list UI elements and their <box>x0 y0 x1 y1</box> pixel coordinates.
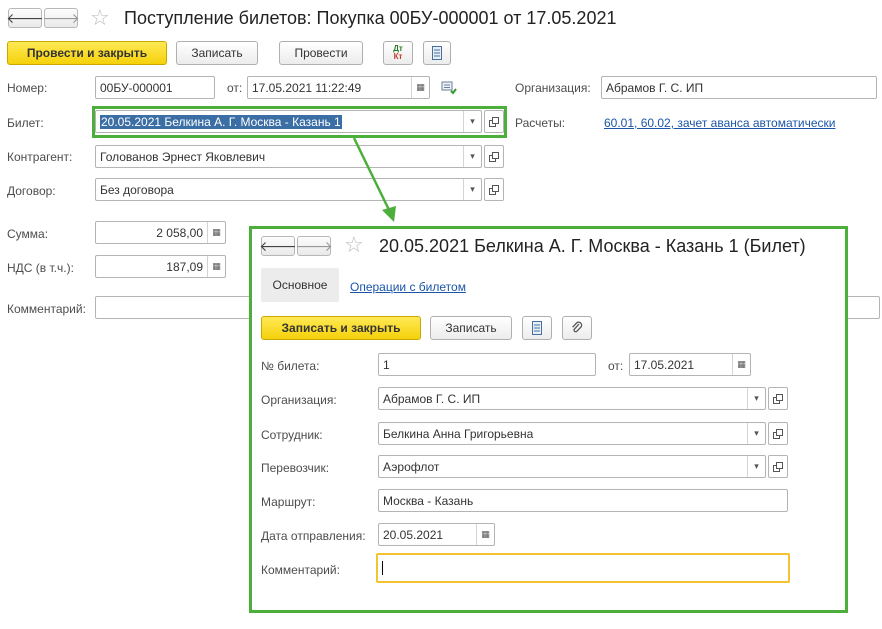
employee-open-button[interactable] <box>768 422 788 445</box>
arrow-left-icon: 🡐 <box>259 238 297 254</box>
page-title: Поступление билетов: Покупка 00БУ-000001… <box>124 8 617 28</box>
arrow-right-icon: 🡒 <box>42 10 80 26</box>
ticket-date-value: 17.05.2021 <box>634 357 695 372</box>
post-and-close-button[interactable]: Провести и закрыть <box>7 41 167 65</box>
comment-label: Комментарий: <box>7 302 86 316</box>
save-button[interactable]: Записать <box>176 41 258 65</box>
organization-field[interactable]: Абрамов Г. С. ИП <box>601 76 877 99</box>
dt-kt-button[interactable]: Дт Кт <box>383 41 413 65</box>
posting-status-icon <box>441 81 457 95</box>
calculator-icon[interactable]: ▦ <box>207 256 225 277</box>
sum-field[interactable]: 2 058,00 ▦ <box>95 221 226 244</box>
ticket-number-field[interactable]: 1 <box>378 353 596 376</box>
kt-icon: Кт <box>393 52 403 61</box>
departure-date-value: 20.05.2021 <box>383 527 444 542</box>
ticket-window: 🡐 🡒 ☆ 20.05.2021 Белкина А. Г. Москва - … <box>249 226 848 613</box>
arrow-right-icon: 🡒 <box>295 238 333 254</box>
date-value: 17.05.2021 11:22:49 <box>252 80 362 95</box>
save-and-close-button[interactable]: Записать и закрыть <box>261 316 421 340</box>
back-button[interactable]: 🡐 <box>259 236 297 256</box>
report-button[interactable] <box>522 316 552 340</box>
tab-ticket-operations[interactable]: Операции с билетом <box>350 280 466 294</box>
settlements-link[interactable]: 60.01, 60.02, зачет аванса автоматически <box>604 116 835 130</box>
dropdown-icon[interactable]: ▾ <box>463 179 481 200</box>
tab-main[interactable]: Основное <box>261 268 339 302</box>
departure-date-field[interactable]: 20.05.2021 ▦ <box>378 523 495 546</box>
ticket-title: 20.05.2021 Белкина А. Г. Москва - Казань… <box>379 236 806 256</box>
back-button[interactable]: 🡐 <box>6 8 44 28</box>
ticket-comment-field[interactable] <box>376 553 790 583</box>
arrow-left-icon: 🡐 <box>6 10 44 26</box>
calculator-icon[interactable]: ▦ <box>207 222 225 243</box>
forward-button[interactable]: 🡒 <box>42 8 80 28</box>
route-label: Маршрут: <box>261 495 316 509</box>
employee-label: Сотрудник: <box>261 428 323 442</box>
document-list-icon <box>532 321 542 335</box>
settlements-label: Расчеты: <box>515 116 566 130</box>
vat-value: 187,09 <box>166 259 203 274</box>
contract-open-button[interactable] <box>484 178 504 201</box>
open-window-icon <box>489 184 499 195</box>
ticket-comment-label: Комментарий: <box>261 563 340 577</box>
carrier-open-button[interactable] <box>768 455 788 478</box>
carrier-field[interactable]: Аэрофлот ▾ <box>378 455 766 478</box>
counterparty-field[interactable]: Голованов Эрнест Яковлевич ▾ <box>95 145 482 168</box>
contract-label: Договор: <box>7 184 56 198</box>
ticket-date-from-label: от: <box>608 359 624 373</box>
ticket-date-field[interactable]: 17.05.2021 ▦ <box>629 353 751 376</box>
counterparty-open-button[interactable] <box>484 145 504 168</box>
attachment-button[interactable] <box>562 316 592 340</box>
favorite-star-icon[interactable]: ☆ <box>90 5 110 31</box>
ticket-highlight-frame <box>92 106 507 138</box>
report-button[interactable] <box>423 41 451 65</box>
open-window-icon <box>773 428 783 439</box>
carrier-value: Аэрофлот <box>383 459 440 474</box>
organization-label: Организация: <box>515 81 591 95</box>
dropdown-icon[interactable]: ▾ <box>747 456 765 477</box>
route-field[interactable]: Москва - Казань <box>378 489 788 512</box>
text-cursor <box>382 561 383 575</box>
dropdown-icon[interactable]: ▾ <box>747 388 765 409</box>
calendar-icon[interactable]: ▦ <box>732 354 750 375</box>
counterparty-label: Контрагент: <box>7 150 73 164</box>
vat-label: НДС (в т.ч.): <box>7 261 74 275</box>
dropdown-icon[interactable]: ▾ <box>747 423 765 444</box>
departure-date-label: Дата отправления: <box>261 529 366 543</box>
forward-button[interactable]: 🡒 <box>295 236 333 256</box>
save-button[interactable]: Записать <box>430 316 512 340</box>
open-window-icon <box>489 151 499 162</box>
date-from-label: от: <box>227 81 243 95</box>
calendar-icon[interactable]: ▦ <box>411 77 429 98</box>
counterparty-value: Голованов Эрнест Яковлевич <box>100 149 266 164</box>
sum-value: 2 058,00 <box>156 225 203 240</box>
connector-arrow <box>352 137 396 222</box>
employee-value: Белкина Анна Григорьевна <box>383 426 534 441</box>
ticket-label: Билет: <box>7 116 44 130</box>
ticket-organization-open-button[interactable] <box>768 387 788 410</box>
favorite-star-icon[interactable]: ☆ <box>344 232 364 258</box>
dropdown-icon[interactable]: ▾ <box>463 146 481 167</box>
employee-field[interactable]: Белкина Анна Григорьевна ▾ <box>378 422 766 445</box>
date-field[interactable]: 17.05.2021 11:22:49 ▦ <box>247 76 430 99</box>
ticket-organization-field[interactable]: Абрамов Г. С. ИП ▾ <box>378 387 766 410</box>
ticket-organization-label: Организация: <box>261 393 337 407</box>
post-button[interactable]: Провести <box>279 41 363 65</box>
contract-value: Без договора <box>100 182 174 197</box>
sum-label: Сумма: <box>7 227 49 241</box>
calendar-icon[interactable]: ▦ <box>476 524 494 545</box>
tab-main-label: Основное <box>272 278 328 292</box>
ticket-number-label: № билета: <box>261 359 320 373</box>
paperclip-icon <box>572 321 583 333</box>
number-label: Номер: <box>7 81 48 95</box>
open-window-icon <box>773 461 783 472</box>
ticket-organization-value: Абрамов Г. С. ИП <box>383 391 481 406</box>
open-window-icon <box>773 393 783 404</box>
number-field[interactable]: 00БУ-000001 <box>95 76 215 99</box>
vat-field[interactable]: 187,09 ▦ <box>95 255 226 278</box>
carrier-label: Перевозчик: <box>261 461 330 475</box>
contract-field[interactable]: Без договора ▾ <box>95 178 482 201</box>
document-list-icon <box>432 46 442 60</box>
